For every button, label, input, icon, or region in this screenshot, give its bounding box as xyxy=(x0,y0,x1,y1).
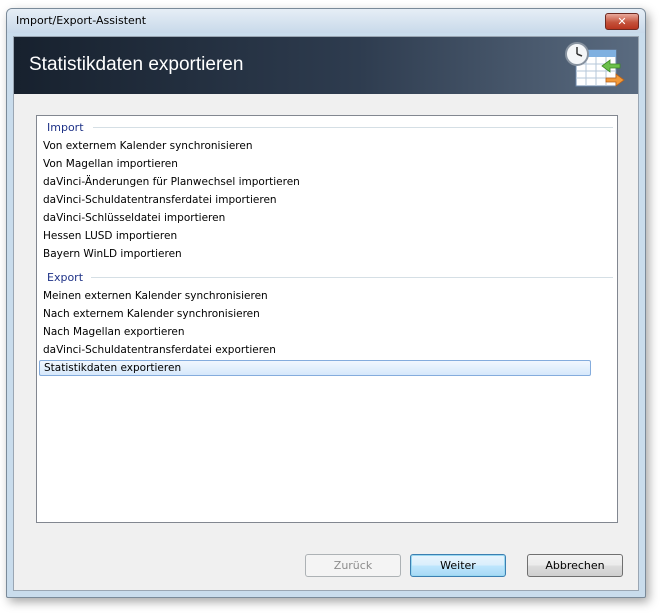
group-header-import: Import xyxy=(47,121,84,134)
import-export-list[interactable]: Import Von externem Kalender synchronisi… xyxy=(36,115,618,523)
next-button[interactable]: Weiter xyxy=(410,554,506,577)
group-header-export: Export xyxy=(47,271,84,284)
list-item[interactable]: daVinci-Schuldatentransferdatei importie… xyxy=(39,192,591,208)
list-item[interactable]: daVinci-Schlüsseldatei importieren xyxy=(39,210,591,226)
list-item[interactable]: Bayern WinLD importieren xyxy=(39,246,591,262)
list-item[interactable]: Von externem Kalender synchronisieren xyxy=(39,138,591,154)
list-item[interactable]: daVinci-Änderungen für Planwechsel impor… xyxy=(39,174,591,190)
close-button[interactable]: ✕ xyxy=(605,13,639,30)
wizard-window: Import/Export-Assistent ✕ Statistikdaten… xyxy=(6,8,646,598)
list-item[interactable]: Nach Magellan exportieren xyxy=(39,324,591,340)
back-button[interactable]: Zurück xyxy=(305,554,401,577)
cancel-button[interactable]: Abbrechen xyxy=(527,554,623,577)
wizard-client-area: Statistikdaten exportieren Import Von ex… xyxy=(13,36,639,591)
header-banner: Statistikdaten exportieren xyxy=(14,37,638,94)
title-bar[interactable]: Import/Export-Assistent ✕ xyxy=(7,9,645,33)
calendar-clock-export-icon xyxy=(565,42,625,87)
close-icon: ✕ xyxy=(617,15,627,28)
list-item-selected[interactable]: Statistikdaten exportieren xyxy=(39,360,591,376)
list-item[interactable]: Meinen externen Kalender synchronisieren xyxy=(39,288,591,304)
list-item[interactable]: Von Magellan importieren xyxy=(39,156,591,172)
list-item[interactable]: Hessen LUSD importieren xyxy=(39,228,591,244)
window-title: Import/Export-Assistent xyxy=(16,14,147,27)
list-item[interactable]: daVinci-Schuldatentransferdatei exportie… xyxy=(39,342,591,358)
list-item[interactable]: Nach externem Kalender synchronisieren xyxy=(39,306,591,322)
group-divider xyxy=(91,277,613,278)
page-title: Statistikdaten exportieren xyxy=(29,54,244,75)
group-divider xyxy=(93,127,613,128)
